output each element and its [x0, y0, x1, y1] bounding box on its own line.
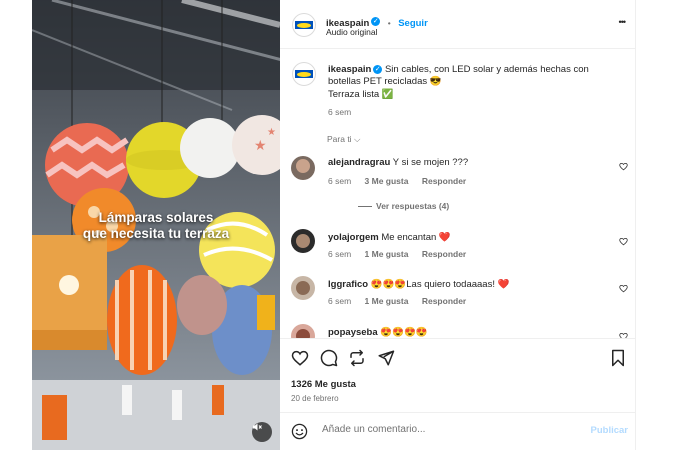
comment-text-block: popayseba 😍😍😍😍: [328, 327, 428, 338]
view-replies-label: Ver respuestas (4): [376, 201, 450, 211]
post-side-panel: ikeaspain ✓ • Seguir Audio original ••• i…: [280, 0, 636, 450]
comment-text-block: alejandragrau Y si se mojen ???: [328, 157, 468, 169]
comment-icon[interactable]: [320, 349, 338, 367]
heart-icon[interactable]: [619, 284, 628, 293]
avatar[interactable]: [291, 276, 315, 300]
caption-username[interactable]: ikeaspain: [328, 64, 371, 75]
comment-text: Y si se mojen ???: [392, 157, 469, 168]
page-margin-left: [0, 0, 32, 450]
comment-likes[interactable]: 1 Me gusta: [365, 296, 409, 306]
comment-text: 😍😍😍😍: [380, 327, 428, 338]
reply-button[interactable]: Responder: [422, 249, 466, 259]
add-comment-bar: Publicar: [280, 412, 635, 451]
avatar[interactable]: [291, 156, 315, 180]
reply-button[interactable]: Responder: [422, 176, 466, 186]
bookmark-icon[interactable]: [609, 349, 627, 367]
mute-button[interactable]: [252, 422, 272, 442]
likes-count[interactable]: 1326 Me gusta: [291, 379, 356, 390]
header-separator: •: [387, 18, 391, 28]
publish-button[interactable]: Publicar: [591, 425, 629, 436]
caption-text-block: ikeaspain ✓ Sin cables, con LED solar y a…: [328, 64, 618, 88]
comment-likes[interactable]: 3 Me gusta: [365, 176, 409, 186]
ikea-logo: [295, 70, 313, 78]
comment-item: alejandragrau Y si se mojen ??? 6 sem 3 …: [280, 156, 635, 226]
post-actions: 1326 Me gusta 20 de febrero: [280, 338, 635, 409]
caption-text-2: Terraza lista ✅: [328, 89, 394, 100]
comments-filter[interactable]: Para ti ⌵: [327, 134, 360, 145]
comment-time: 6 sem: [328, 249, 352, 259]
post-video[interactable]: ★ ★ Lámparas solares que necesita tu ter…: [32, 0, 280, 450]
post-caption: ikeaspain ✓ Sin cables, con LED solar y a…: [280, 62, 635, 142]
verified-badge-icon: ✓: [371, 17, 381, 27]
caption-time: 6 sem: [328, 107, 352, 117]
video-text-overlay-line2: que necesita tu terraza: [82, 226, 230, 241]
avatar[interactable]: [291, 229, 315, 253]
comment-item: lggrafico 😍😍😍Las quiero todaaaas! ❤️ 6 s…: [280, 276, 635, 316]
reply-button[interactable]: Responder: [422, 296, 466, 306]
follow-button[interactable]: Seguir: [398, 18, 428, 29]
comment-meta: 6 sem 1 Me gusta Responder: [328, 249, 477, 259]
comment-text-block: yolajorgem Me encantan ❤️: [328, 232, 451, 244]
comment-text: Me encantan ❤️: [381, 232, 451, 243]
comment-time: 6 sem: [328, 176, 352, 186]
comment-item: yolajorgem Me encantan ❤️ 6 sem 1 Me gus…: [280, 229, 635, 269]
comment-input[interactable]: [320, 423, 564, 436]
share-icon[interactable]: [377, 349, 395, 367]
post-date: 20 de febrero: [291, 394, 339, 403]
comment-likes[interactable]: 1 Me gusta: [365, 249, 409, 259]
svg-text:★: ★: [254, 138, 267, 154]
repost-icon[interactable]: [348, 349, 366, 367]
comment-text-block: lggrafico 😍😍😍Las quiero todaaaas! ❤️: [328, 279, 509, 291]
comment-time: 6 sem: [328, 296, 352, 306]
audio-label[interactable]: Audio original: [326, 27, 378, 37]
comments-section[interactable]: ikeaspain ✓ Sin cables, con LED solar y a…: [280, 48, 635, 338]
comment-item: popayseba 😍😍😍😍: [280, 324, 635, 338]
heart-icon[interactable]: [291, 349, 309, 367]
comment-meta: 6 sem 1 Me gusta Responder: [328, 296, 477, 306]
comment-text: 😍😍😍Las quiero todaaaas! ❤️: [370, 279, 510, 290]
comment-username[interactable]: popayseba: [328, 327, 378, 338]
post-header: ikeaspain ✓ • Seguir Audio original •••: [280, 0, 635, 49]
author-avatar[interactable]: [292, 13, 316, 37]
page-margin-right: [636, 0, 675, 450]
heart-icon[interactable]: [619, 237, 628, 246]
comment-username[interactable]: alejandragrau: [328, 157, 390, 168]
video-text-overlay-line1: Lámparas solares: [98, 210, 214, 225]
comments-filter-label: Para ti: [327, 134, 352, 144]
emoji-icon[interactable]: [291, 423, 308, 440]
svg-text:★: ★: [267, 127, 276, 138]
ikea-logo: [295, 21, 313, 29]
more-options-icon[interactable]: •••: [619, 17, 627, 27]
caption-author-avatar[interactable]: [292, 62, 316, 86]
comment-meta: 6 sem 3 Me gusta Responder: [328, 176, 477, 186]
mute-icon: [253, 423, 262, 431]
view-replies-button[interactable]: Ver respuestas (4): [358, 201, 449, 211]
verified-badge-icon: ✓: [373, 64, 383, 74]
comment-username[interactable]: yolajorgem: [328, 232, 379, 243]
heart-icon[interactable]: [619, 162, 628, 171]
chevron-down-icon: ⌵: [353, 134, 361, 144]
avatar[interactable]: [291, 324, 315, 338]
comment-username[interactable]: lggrafico: [328, 279, 368, 290]
